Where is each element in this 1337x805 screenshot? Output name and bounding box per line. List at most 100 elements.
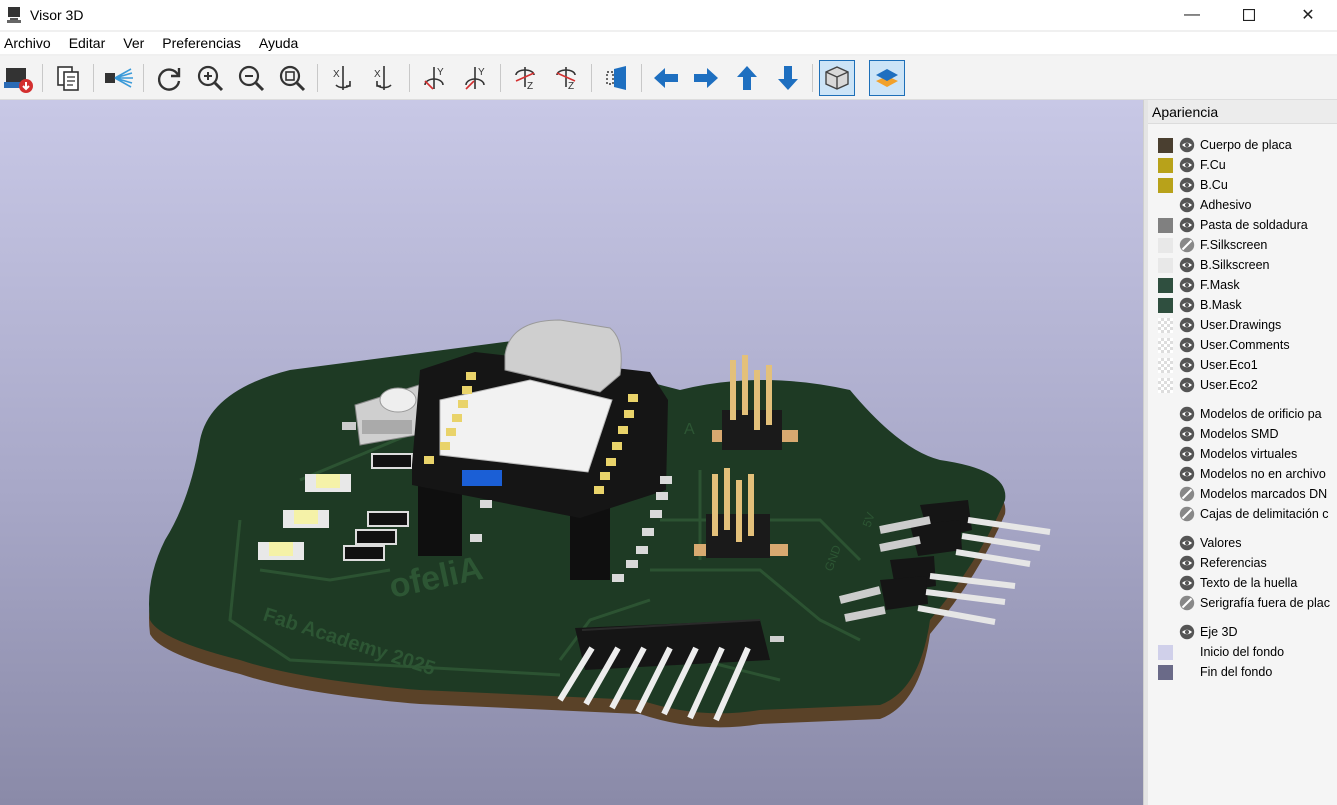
toolbar: X X Y Y Z Z xyxy=(0,56,1337,100)
visibility-off-icon[interactable] xyxy=(1179,237,1195,253)
svg-text:Z: Z xyxy=(568,81,574,92)
layer-row[interactable]: F.Mask xyxy=(1148,275,1337,295)
maximize-icon[interactable] xyxy=(1220,0,1278,30)
color-swatch[interactable] xyxy=(1158,357,1173,373)
layer-row[interactable]: Cuerpo de placa xyxy=(1148,135,1337,155)
color-swatch[interactable] xyxy=(1158,664,1173,680)
eye-icon[interactable] xyxy=(1179,535,1195,551)
rotate-z-cw-icon[interactable]: Z xyxy=(507,60,543,96)
layer-label: Texto de la huella xyxy=(1200,576,1298,590)
layer-row[interactable]: Adhesivo xyxy=(1148,195,1337,215)
eye-icon[interactable] xyxy=(1179,406,1195,422)
layer-label: F.Silkscreen xyxy=(1200,238,1268,252)
eye-icon[interactable] xyxy=(1179,357,1195,373)
eye-icon[interactable] xyxy=(1179,257,1195,273)
eye-icon[interactable] xyxy=(1179,555,1195,571)
eye-icon[interactable] xyxy=(1179,575,1195,591)
color-swatch[interactable] xyxy=(1158,137,1173,153)
color-swatch[interactable] xyxy=(1158,317,1173,333)
rotate-y-ccw-icon[interactable]: Y xyxy=(457,60,493,96)
layer-row[interactable]: B.Mask xyxy=(1148,295,1337,315)
color-swatch[interactable] xyxy=(1158,177,1173,193)
flip-board-icon[interactable] xyxy=(598,60,634,96)
rotate-z-ccw-icon[interactable]: Z xyxy=(548,60,584,96)
menu-ver[interactable]: Ver xyxy=(119,35,152,51)
zoom-fit-icon[interactable] xyxy=(274,60,310,96)
layer-row[interactable]: User.Eco1 xyxy=(1148,355,1337,375)
text-visibility-row[interactable]: Serigrafía fuera de plac xyxy=(1148,593,1337,613)
move-left-icon[interactable] xyxy=(648,60,684,96)
eye-icon[interactable] xyxy=(1179,377,1195,393)
move-down-icon[interactable] xyxy=(770,60,806,96)
layer-row[interactable]: User.Drawings xyxy=(1148,315,1337,335)
eye-icon[interactable] xyxy=(1179,297,1195,313)
menu-preferencias[interactable]: Preferencias xyxy=(158,35,249,51)
eye-icon[interactable] xyxy=(1179,177,1195,193)
eye-icon[interactable] xyxy=(1179,217,1195,233)
layer-row[interactable]: Pasta de soldadura xyxy=(1148,215,1337,235)
eye-icon[interactable] xyxy=(1179,624,1195,640)
color-swatch[interactable] xyxy=(1158,157,1173,173)
eye-icon[interactable] xyxy=(1179,317,1195,333)
reload-icon[interactable] xyxy=(151,60,187,96)
menu-ayuda[interactable]: Ayuda xyxy=(255,35,306,51)
text-visibility-row[interactable]: Texto de la huella xyxy=(1148,573,1337,593)
copy-icon[interactable] xyxy=(50,60,86,96)
color-swatch[interactable] xyxy=(1158,277,1173,293)
other-row[interactable]: Inicio del fondo xyxy=(1148,642,1337,662)
model-visibility-row[interactable]: Modelos virtuales xyxy=(1148,444,1337,464)
layer-row[interactable]: F.Silkscreen xyxy=(1148,235,1337,255)
layer-row[interactable]: B.Cu xyxy=(1148,175,1337,195)
text-visibility-row[interactable]: Valores xyxy=(1148,533,1337,553)
color-swatch[interactable] xyxy=(1158,257,1173,273)
color-swatch[interactable] xyxy=(1158,237,1173,253)
raytracing-icon[interactable] xyxy=(100,60,136,96)
zoom-out-icon[interactable] xyxy=(233,60,269,96)
color-swatch[interactable] xyxy=(1158,217,1173,233)
model-visibility-row[interactable]: Modelos de orificio pa xyxy=(1148,404,1337,424)
minimize-icon[interactable]: — xyxy=(1163,0,1221,30)
visibility-off-icon[interactable] xyxy=(1179,506,1195,522)
layer-row[interactable]: F.Cu xyxy=(1148,155,1337,175)
eye-icon[interactable] xyxy=(1179,157,1195,173)
close-icon[interactable]: ✕ xyxy=(1279,0,1337,30)
eye-icon[interactable] xyxy=(1179,466,1195,482)
eye-icon[interactable] xyxy=(1179,277,1195,293)
svg-text:Y: Y xyxy=(478,67,485,78)
rotate-y-cw-icon[interactable]: Y xyxy=(416,60,452,96)
orthographic-toggle-icon[interactable] xyxy=(819,60,855,96)
menu-editar[interactable]: Editar xyxy=(65,35,114,51)
visibility-off-icon[interactable] xyxy=(1179,595,1195,611)
color-swatch[interactable] xyxy=(1158,297,1173,313)
menu-archivo[interactable]: Archivo xyxy=(0,35,59,51)
model-visibility-row[interactable]: Modelos marcados DN xyxy=(1148,484,1337,504)
rotate-x-ccw-icon[interactable]: X xyxy=(366,60,402,96)
eye-icon[interactable] xyxy=(1179,426,1195,442)
other-row[interactable]: Fin del fondo xyxy=(1148,662,1337,682)
layer-label: Adhesivo xyxy=(1200,198,1252,212)
eye-icon[interactable] xyxy=(1179,137,1195,153)
zoom-in-icon[interactable] xyxy=(192,60,228,96)
layers-manager-toggle-icon[interactable] xyxy=(869,60,905,96)
eye-icon[interactable] xyxy=(1179,446,1195,462)
3d-viewport[interactable]: ofeliA Fab Academy 2025 GND 5V A xyxy=(0,100,1143,805)
export-image-icon[interactable] xyxy=(0,60,36,96)
move-right-icon[interactable] xyxy=(688,60,724,96)
eye-icon[interactable] xyxy=(1179,337,1195,353)
move-up-icon[interactable] xyxy=(729,60,765,96)
rotate-x-cw-icon[interactable]: X xyxy=(325,60,361,96)
model-visibility-row[interactable]: Modelos no en archivo xyxy=(1148,464,1337,484)
model-visibility-row[interactable]: Modelos SMD xyxy=(1148,424,1337,444)
other-row[interactable]: Eje 3D xyxy=(1148,622,1337,642)
color-swatch[interactable] xyxy=(1158,337,1173,353)
text-visibility-row[interactable]: Referencias xyxy=(1148,553,1337,573)
visibility-off-icon[interactable] xyxy=(1179,486,1195,502)
layer-label: B.Mask xyxy=(1200,298,1242,312)
layer-row[interactable]: User.Eco2 xyxy=(1148,375,1337,395)
model-visibility-row[interactable]: Cajas de delimitación c xyxy=(1148,504,1337,524)
layer-row[interactable]: B.Silkscreen xyxy=(1148,255,1337,275)
layer-row[interactable]: User.Comments xyxy=(1148,335,1337,355)
color-swatch[interactable] xyxy=(1158,644,1173,660)
eye-icon[interactable] xyxy=(1179,197,1195,213)
color-swatch[interactable] xyxy=(1158,377,1173,393)
